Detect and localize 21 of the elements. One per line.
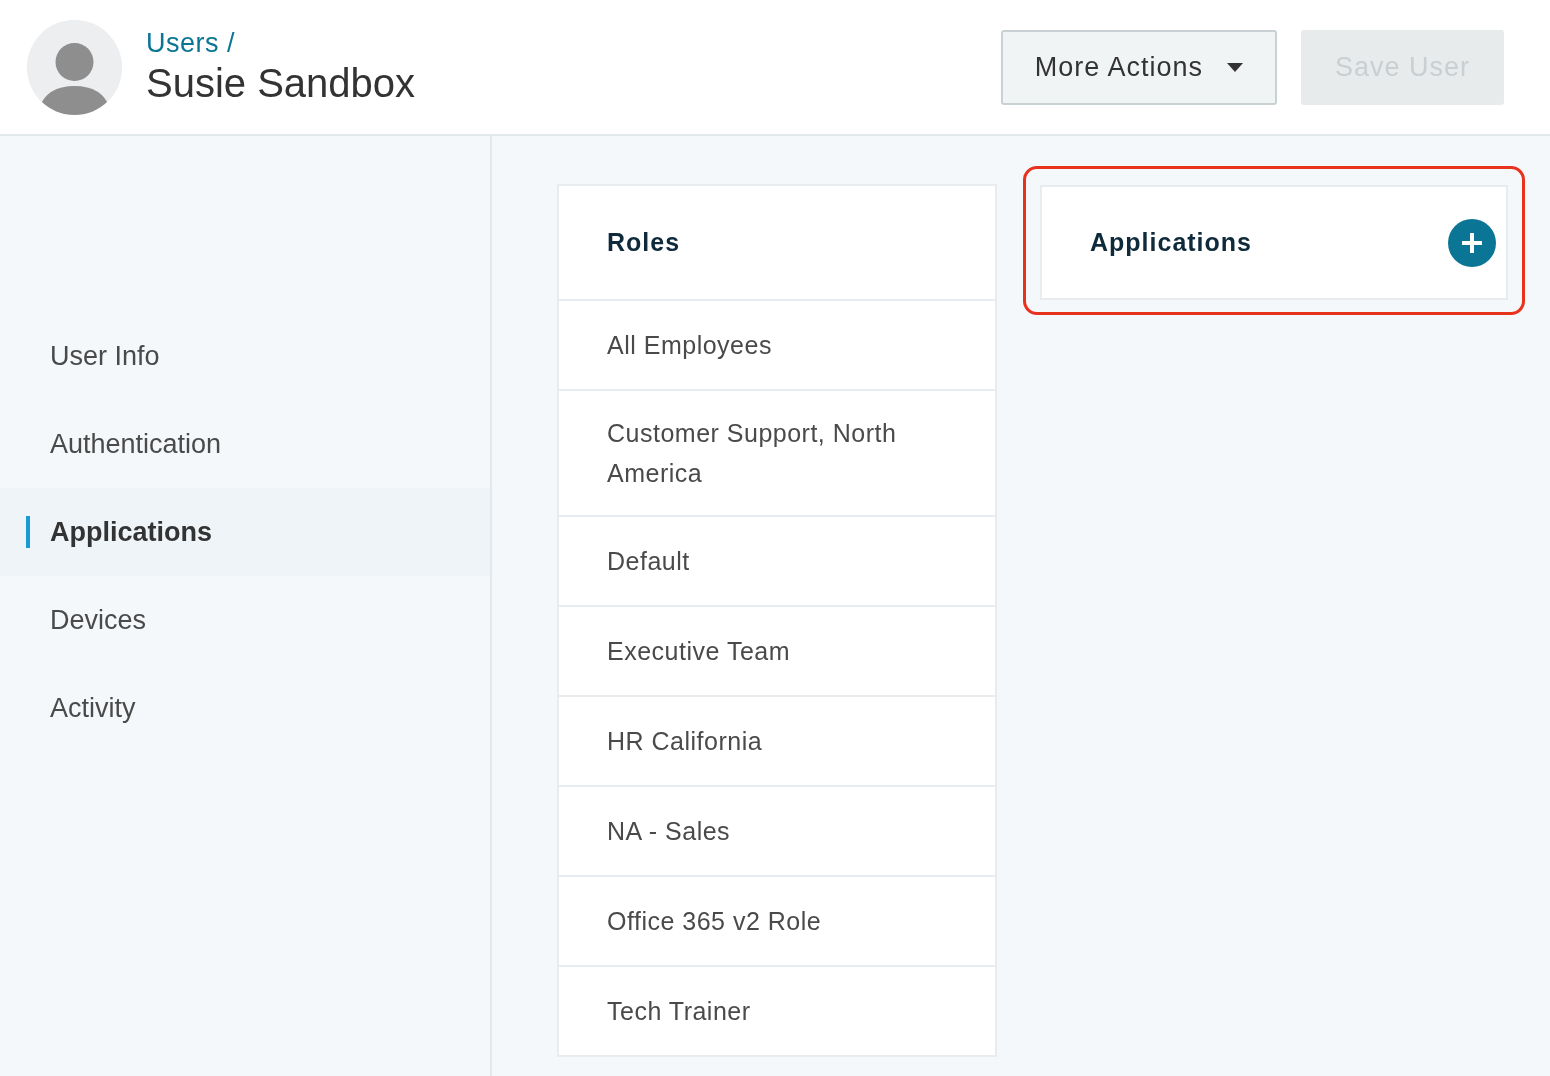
sidebar-item[interactable]: Applications: [0, 488, 490, 576]
role-item: All Employees: [559, 299, 995, 389]
more-actions-button[interactable]: More Actions: [1000, 29, 1277, 105]
sidebar-item[interactable]: Authentication: [0, 400, 490, 488]
caret-icon: [1226, 62, 1243, 72]
role-item: Tech Trainer: [559, 965, 995, 1055]
role-item: Default: [559, 515, 995, 605]
sidebar-item[interactable]: Activity: [0, 664, 490, 752]
breadcrumb-link[interactable]: Users /: [146, 26, 416, 60]
sidebar-item[interactable]: Devices: [0, 576, 490, 664]
role-item: Executive Team: [559, 605, 995, 695]
sidebar-item[interactable]: User Info: [0, 312, 490, 400]
page-title: Susie Sandbox: [146, 60, 416, 108]
add-button[interactable]: [1448, 218, 1496, 267]
panel-title: Applications: [1089, 226, 1252, 258]
role-item: HR California: [559, 695, 995, 785]
role-item: Office 365 v2 Role: [559, 875, 995, 965]
role-item: Customer Support, North America: [559, 389, 995, 515]
plus-icon: [1461, 231, 1483, 254]
role-item: NA - Sales: [559, 785, 995, 875]
panel-title: Roles: [606, 226, 682, 258]
